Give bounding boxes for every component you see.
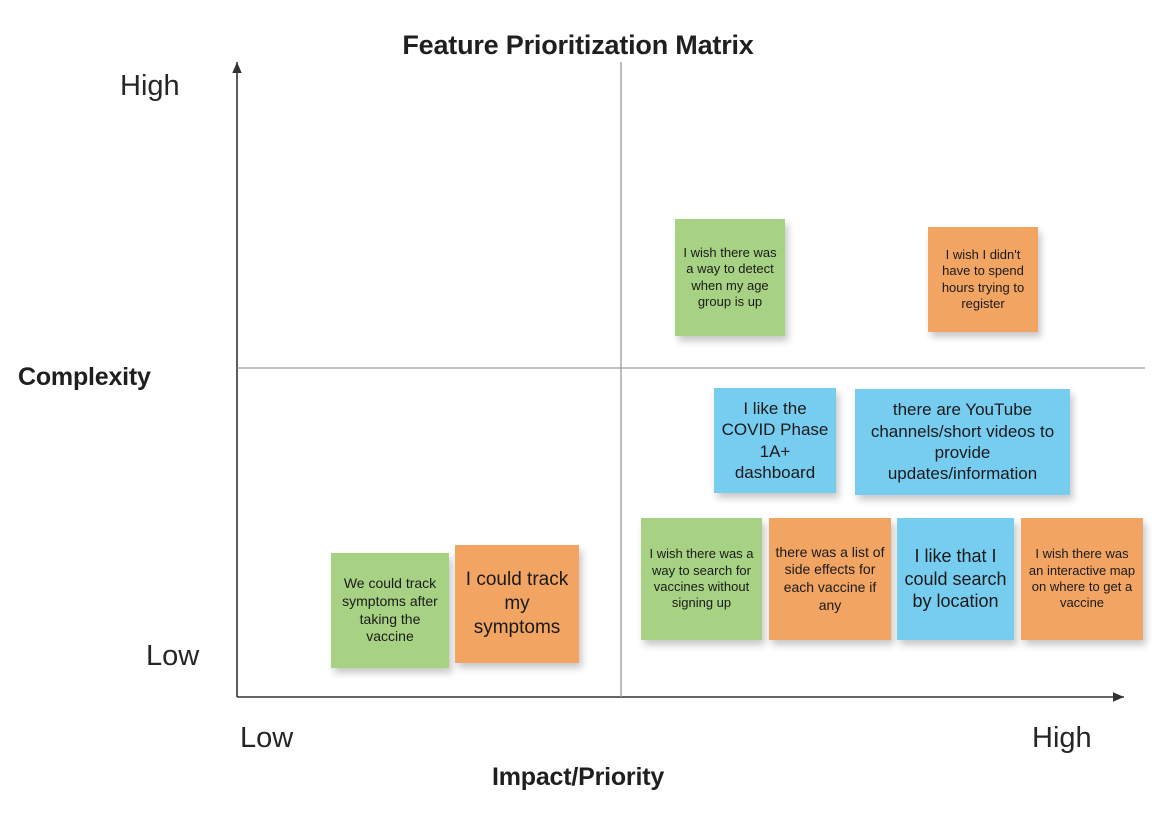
sticky-note-text: there was a list of side effects for eac… xyxy=(775,543,885,613)
sticky-note[interactable]: there was a list of side effects for eac… xyxy=(769,518,891,640)
sticky-note[interactable]: I like that I could search by location xyxy=(897,518,1014,640)
sticky-note-text: I wish there was a way to detect when my… xyxy=(683,244,777,309)
sticky-note-text: I wish there was an interactive map on w… xyxy=(1028,546,1136,611)
feature-prioritization-matrix: Feature Prioritization Matrix Complexity… xyxy=(0,0,1156,818)
y-axis-title: Complexity xyxy=(18,363,151,391)
sticky-note-text: I could track my symptoms xyxy=(465,569,569,638)
x-axis-tick-high: High xyxy=(1032,722,1092,754)
sticky-note[interactable]: I wish there was a way to detect when my… xyxy=(675,219,785,336)
sticky-note[interactable]: I wish I didn't have to spend hours tryi… xyxy=(928,227,1038,332)
sticky-note[interactable]: I could track my symptoms xyxy=(455,545,579,663)
sticky-note[interactable]: I like the COVID Phase 1A+ dashboard xyxy=(714,388,836,493)
sticky-note-text: I like that I could search by location xyxy=(904,545,1007,612)
y-axis-tick-high: High xyxy=(120,70,180,102)
sticky-note[interactable]: I wish there was a way to search for vac… xyxy=(641,518,762,640)
sticky-note[interactable]: We could track symptoms after taking the… xyxy=(331,553,449,668)
sticky-note-text: I like the COVID Phase 1A+ dashboard xyxy=(721,398,829,482)
sticky-note-text: there are YouTube channels/short videos … xyxy=(870,400,1055,484)
sticky-note[interactable]: there are YouTube channels/short videos … xyxy=(855,389,1070,495)
x-axis-title: Impact/Priority xyxy=(491,763,665,791)
sticky-note-text: I wish I didn't have to spend hours tryi… xyxy=(941,246,1025,311)
x-axis-tick-low: Low xyxy=(240,722,294,754)
page-title: Feature Prioritization Matrix xyxy=(402,30,754,60)
sticky-note[interactable]: I wish there was an interactive map on w… xyxy=(1021,518,1143,640)
sticky-note-text: I wish there was a way to search for vac… xyxy=(649,546,754,611)
sticky-note-text: We could track symptoms after taking the… xyxy=(342,575,438,645)
y-axis-tick-low: Low xyxy=(146,640,200,672)
